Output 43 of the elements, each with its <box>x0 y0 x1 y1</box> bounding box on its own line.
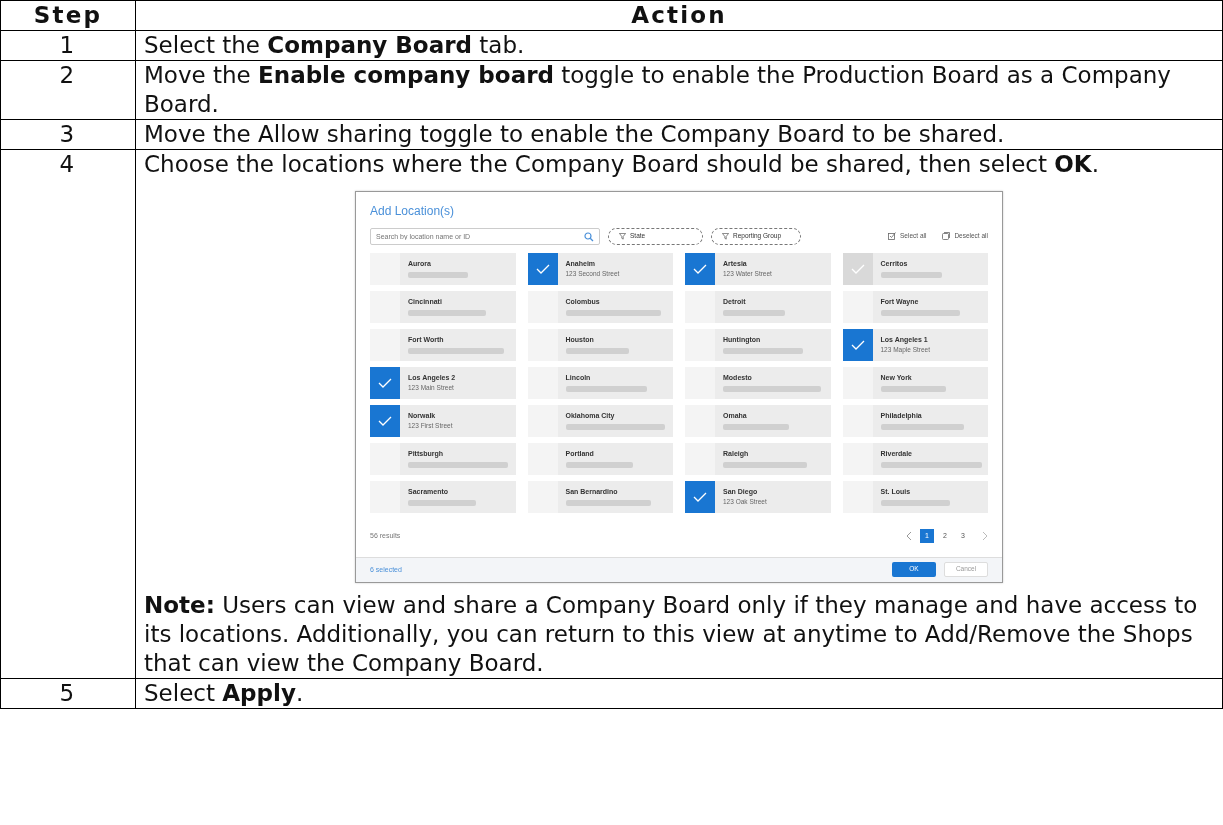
blurred-address <box>565 461 633 468</box>
filter-icon <box>619 232 626 240</box>
blurred-address <box>408 499 476 506</box>
step-number: 4 <box>59 151 77 177</box>
step-number: 2 <box>59 62 77 88</box>
step-instruction: Move the Allow sharing toggle to enable the Company Board to be shared. <box>144 120 1006 149</box>
search-icon <box>584 231 594 242</box>
check-icon <box>535 263 550 274</box>
checkbox-icon <box>888 232 896 241</box>
check-icon <box>378 415 392 426</box>
checkbox[interactable] <box>685 252 715 285</box>
checkbox[interactable] <box>370 404 400 437</box>
column-header: Step <box>33 2 103 28</box>
checkbox[interactable] <box>842 328 873 361</box>
checkbox[interactable] <box>370 366 400 399</box>
step-instruction: Select the Company Board tab. <box>144 31 526 60</box>
step-number: 3 <box>59 121 77 147</box>
blurred-address <box>880 499 950 506</box>
checkbox-icon <box>942 232 951 241</box>
blurred-address <box>723 309 785 316</box>
step-number: 5 <box>59 679 77 706</box>
chevron-left-icon[interactable] <box>906 530 912 541</box>
blurred-address <box>880 271 942 278</box>
blurred-address <box>565 347 629 354</box>
column-header: Action <box>631 2 727 28</box>
check-icon <box>693 263 707 274</box>
chevron-right-icon[interactable] <box>982 530 988 541</box>
note-text: Note: Users can view and share a Company Board only if they manage and have access to its locations. Additionally, you can return to this view at anytime to Add/Remove the Shops that can view the Company Board. <box>144 590 1199 678</box>
step-instruction: Select Apply. <box>144 678 305 708</box>
step-number: 1 <box>59 32 77 58</box>
step-instruction: Choose the locations where the Company Board should be shared, then select OK. <box>144 150 1100 179</box>
blurred-address <box>880 385 946 392</box>
step-instruction: Move the Enable company board toggle to enable the Production Board as a Company Board. <box>144 61 1172 119</box>
check-icon <box>850 339 865 350</box>
blurred-address <box>408 271 468 278</box>
checkbox[interactable] <box>685 480 715 513</box>
blurred-address <box>723 423 789 430</box>
check-icon <box>693 491 707 502</box>
check-icon <box>850 263 865 274</box>
checkbox[interactable] <box>527 252 558 285</box>
check-icon <box>378 377 392 388</box>
dialog-title: Add Location(s) <box>370 204 455 220</box>
filter-icon <box>722 232 729 240</box>
